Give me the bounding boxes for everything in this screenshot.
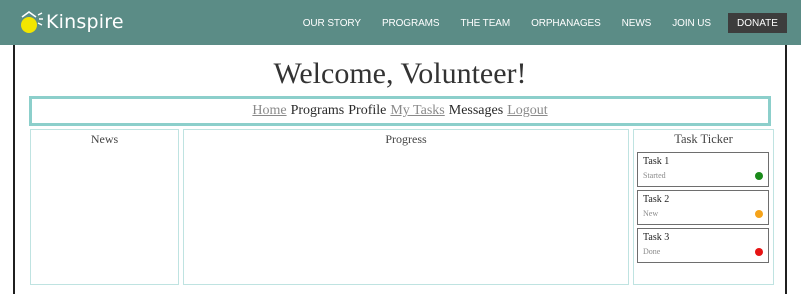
- top-navbar: Kinspire OUR STORY PROGRAMS THE TEAM ORP…: [0, 0, 801, 45]
- status-dot-icon: [755, 210, 763, 218]
- task-name: Task 1: [643, 156, 670, 167]
- task-ticker-panel: Task Ticker Task 1 Started Task 2 New Ta…: [633, 129, 774, 285]
- subnav-logout[interactable]: Logout: [507, 103, 547, 119]
- main-nav: OUR STORY PROGRAMS THE TEAM ORPHANAGES N…: [282, 13, 787, 33]
- status-dot-icon: [755, 248, 763, 256]
- task-status: New: [643, 209, 659, 218]
- nav-orphanages[interactable]: ORPHANAGES: [531, 18, 601, 29]
- subnav-home[interactable]: Home: [252, 103, 286, 119]
- nav-our-story[interactable]: OUR STORY: [303, 18, 361, 29]
- task-card[interactable]: Task 2 New: [637, 190, 769, 225]
- task-name: Task 3: [643, 232, 670, 243]
- lightbulb-icon: [18, 9, 44, 35]
- task-card[interactable]: Task 1 Started: [637, 152, 769, 187]
- dashboard-subnav: Home Programs Profile My Tasks Messages …: [29, 96, 771, 126]
- nav-programs[interactable]: PROGRAMS: [382, 18, 440, 29]
- nav-the-team[interactable]: THE TEAM: [460, 18, 510, 29]
- dashboard-frame: Welcome, Volunteer! Home Programs Profil…: [13, 45, 787, 294]
- status-dot-icon: [755, 172, 763, 180]
- task-status: Done: [643, 247, 661, 256]
- brand-logo[interactable]: Kinspire: [18, 9, 124, 35]
- news-title: News: [90, 132, 119, 146]
- task-name: Task 2: [643, 194, 670, 205]
- task-status: Started: [643, 171, 666, 180]
- subnav-profile[interactable]: Profile: [348, 103, 386, 119]
- subnav-messages[interactable]: Messages: [449, 103, 503, 119]
- news-panel: News: [30, 129, 179, 285]
- brand-name: Kinspire: [46, 11, 124, 33]
- subnav-programs[interactable]: Programs: [291, 103, 345, 119]
- task-ticker-title: Task Ticker: [674, 132, 733, 146]
- subnav-my-tasks[interactable]: My Tasks: [390, 103, 444, 119]
- progress-panel: Progress: [183, 129, 629, 285]
- nav-join-us[interactable]: JOIN US: [672, 18, 711, 29]
- donate-button[interactable]: DONATE: [728, 13, 787, 33]
- nav-news[interactable]: NEWS: [622, 18, 652, 29]
- task-card[interactable]: Task 3 Done: [637, 228, 769, 263]
- progress-title: Progress: [385, 132, 427, 146]
- page-title: Welcome, Volunteer!: [273, 57, 527, 90]
